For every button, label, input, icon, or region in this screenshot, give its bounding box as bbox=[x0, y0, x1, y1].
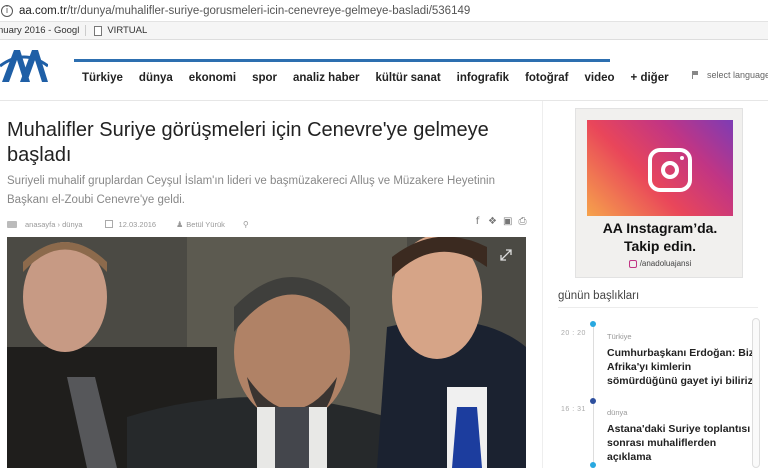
folder-icon bbox=[7, 220, 17, 228]
article-date: 12.03.2016 bbox=[118, 219, 157, 229]
print-icon[interactable]: ⎙ bbox=[518, 216, 527, 227]
instagram-mini-icon bbox=[628, 259, 637, 268]
select-language-label: select language bbox=[707, 70, 768, 80]
article-meta: anasayfa › dünya 12.03.2016 ♟ Betül Yürü… bbox=[7, 217, 527, 231]
instagram-promo-line1: AA Instagram’da. bbox=[602, 220, 718, 236]
timeline-dot bbox=[590, 398, 596, 404]
instagram-icon bbox=[648, 148, 692, 192]
nav-turkiye[interactable]: Türkiye bbox=[82, 72, 123, 84]
instagram-promo-line2: Takip edin. bbox=[623, 238, 697, 254]
scrollbar[interactable] bbox=[752, 318, 760, 468]
location-pin-icon: ⚲ bbox=[242, 219, 249, 229]
url-domain: aa.com.tr bbox=[19, 4, 67, 17]
instagram-banner bbox=[587, 120, 733, 216]
section-divider bbox=[558, 307, 758, 308]
todays-headlines-title: günün başlıkları bbox=[558, 290, 640, 302]
aa-logo[interactable] bbox=[0, 44, 49, 84]
instagram-promo-text: AA Instagram’da. Takip edin. bbox=[576, 219, 744, 255]
article-photo[interactable] bbox=[7, 237, 526, 468]
bookmark-separator bbox=[85, 25, 87, 36]
nav-fotograf[interactable]: fotoğraf bbox=[525, 72, 568, 84]
timeline-line bbox=[593, 324, 594, 468]
nav-ekonomi[interactable]: ekonomi bbox=[189, 72, 236, 84]
article-lead: Suriyeli muhalif gruplardan Ceyşul İslam… bbox=[7, 175, 495, 206]
share-bar: f ❖ ▣ ⎙ bbox=[473, 216, 527, 227]
facebook-icon[interactable]: f bbox=[473, 216, 482, 227]
instagram-handle-text: /anadoluajansi bbox=[639, 259, 692, 268]
nav-spor[interactable]: spor bbox=[252, 72, 277, 84]
nav-kultur-sanat[interactable]: kültür sanat bbox=[375, 72, 440, 84]
user-icon: ♟ bbox=[176, 219, 184, 229]
flag-icon bbox=[692, 71, 699, 79]
bookmarks-bar: nuary 2016 - Googl VIRTUAL bbox=[0, 22, 768, 40]
headline-category[interactable]: Türkiye bbox=[607, 332, 632, 341]
headline-time: 20 : 20 bbox=[561, 330, 586, 337]
nav-diger[interactable]: + diğer bbox=[631, 72, 669, 84]
instagram-handle: /anadoluajansi bbox=[576, 259, 744, 268]
headline-link[interactable]: Cumhurbaşkanı Erdoğan: Biz Afrika'yı kim… bbox=[607, 346, 755, 388]
instagram-promo[interactable]: AA Instagram’da. Takip edin. /anadoluaja… bbox=[575, 108, 743, 278]
timeline-dot bbox=[590, 321, 596, 327]
header-divider bbox=[0, 100, 768, 101]
breadcrumb[interactable]: anasayfa › dünya bbox=[25, 220, 83, 229]
bookmark-item[interactable]: nuary 2016 - Googl bbox=[0, 25, 79, 36]
timeline-dot bbox=[590, 462, 596, 468]
camera-lens-icon bbox=[661, 161, 679, 179]
nav-infografik[interactable]: infografik bbox=[457, 72, 509, 84]
article-title: Muhalifler Suriye görüşmeleri için Cenev… bbox=[7, 119, 489, 166]
bookmark-item-virtual[interactable]: VIRTUAL bbox=[107, 25, 147, 36]
headline-link[interactable]: Astana'daki Suriye toplantısı sonrası mu… bbox=[607, 422, 755, 464]
page-icon bbox=[94, 25, 103, 36]
article-author[interactable]: Betül Yürük bbox=[186, 220, 225, 229]
nav-dunya[interactable]: dünya bbox=[139, 72, 173, 84]
camera-dot-icon bbox=[680, 156, 684, 160]
headline-category[interactable]: dünya bbox=[607, 408, 627, 417]
twitter-icon[interactable]: ❖ bbox=[488, 216, 497, 227]
url-path: /tr/dunya/muhalifler-suriye-gorusmeleri-… bbox=[66, 4, 471, 17]
info-icon[interactable]: i bbox=[1, 4, 13, 17]
select-language[interactable]: select language bbox=[692, 70, 768, 80]
nav-video[interactable]: video bbox=[585, 72, 615, 84]
linkedin-icon[interactable]: ▣ bbox=[503, 216, 512, 227]
address-bar[interactable]: i aa.com.tr/tr/dunya/muhalifler-suriye-g… bbox=[0, 0, 768, 22]
calendar-icon bbox=[104, 220, 113, 228]
nav-analiz-haber[interactable]: analiz haber bbox=[293, 72, 359, 84]
expand-icon[interactable] bbox=[500, 249, 512, 261]
main-nav: Türkiye dünya ekonomi spor analiz haber … bbox=[74, 59, 669, 93]
headline-time: 16 : 31 bbox=[561, 406, 586, 413]
column-divider bbox=[542, 101, 543, 468]
url-text[interactable]: aa.com.tr/tr/dunya/muhalifler-suriye-gor… bbox=[19, 5, 470, 17]
